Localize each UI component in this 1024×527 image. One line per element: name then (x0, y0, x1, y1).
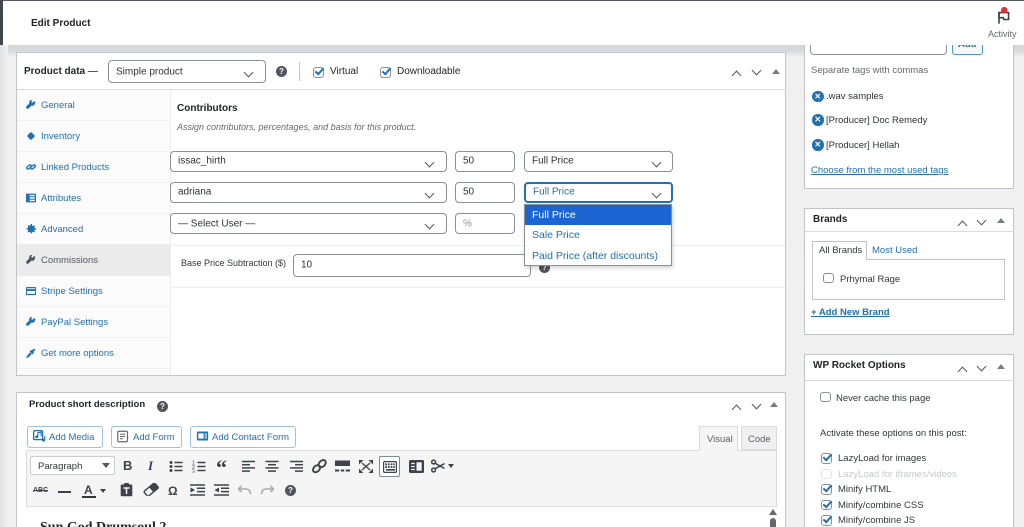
svg-text:3: 3 (192, 470, 195, 474)
